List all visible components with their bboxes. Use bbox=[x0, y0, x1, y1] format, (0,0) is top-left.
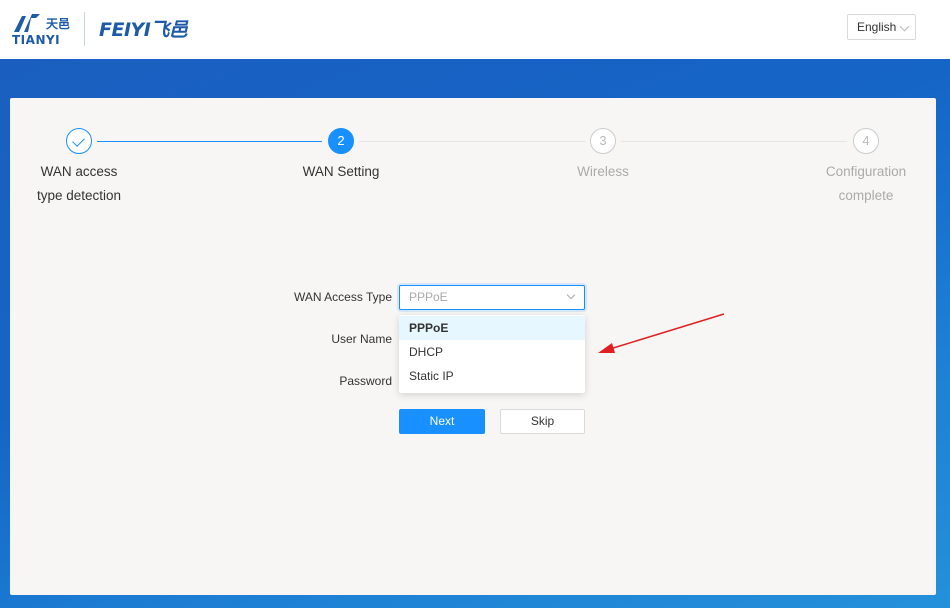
step-1-circle bbox=[66, 128, 92, 154]
check-icon bbox=[72, 134, 85, 147]
dropdown-option-static-ip[interactable]: Static IP bbox=[399, 364, 585, 388]
step-2-circle: 2 bbox=[328, 128, 354, 154]
tianyi-logo-cn: 天邑 bbox=[46, 17, 71, 31]
tianyi-logo: 天邑 TIANYI bbox=[12, 12, 74, 47]
step-4-label: Configuration complete bbox=[825, 164, 907, 203]
wan-access-type-value: PPPoE bbox=[409, 290, 448, 304]
skip-button[interactable]: Skip bbox=[500, 409, 585, 434]
next-button[interactable]: Next bbox=[399, 409, 485, 434]
annotation-arrow-icon bbox=[598, 313, 725, 353]
tianyi-logo-mark-icon bbox=[14, 14, 40, 32]
step-3-circle: 3 bbox=[590, 128, 616, 154]
user-name-label: User Name bbox=[331, 332, 392, 346]
language-select[interactable]: English bbox=[847, 14, 916, 40]
step-connector-2 bbox=[359, 141, 585, 142]
chevron-down-icon bbox=[899, 21, 910, 32]
tianyi-logo-en: TIANYI bbox=[12, 33, 61, 47]
step-3-label: Wireless bbox=[577, 164, 629, 179]
dropdown-option-dhcp[interactable]: DHCP bbox=[399, 340, 585, 364]
wan-access-type-select[interactable]: PPPoE bbox=[399, 285, 585, 310]
chevron-down-icon bbox=[566, 290, 576, 300]
dropdown-option-pppoe[interactable]: PPPoE bbox=[399, 316, 585, 340]
top-header: 天邑 TIANYI FEIYI飞邑 English bbox=[0, 0, 950, 59]
step-4-circle: 4 bbox=[853, 128, 879, 154]
password-label: Password bbox=[339, 374, 392, 388]
step-1-label: WAN access type detection bbox=[36, 164, 122, 203]
step-2-label: WAN Setting bbox=[302, 164, 380, 179]
step-connector-3 bbox=[621, 141, 847, 142]
step-connector-1 bbox=[97, 141, 322, 142]
feiyi-logo: FEIYI飞邑 bbox=[99, 19, 188, 41]
logo-divider bbox=[84, 12, 85, 46]
language-select-value: English bbox=[857, 20, 897, 34]
wan-access-type-dropdown: PPPoE DHCP Static IP bbox=[399, 315, 585, 393]
wan-access-type-label: WAN Access Type bbox=[293, 290, 392, 304]
